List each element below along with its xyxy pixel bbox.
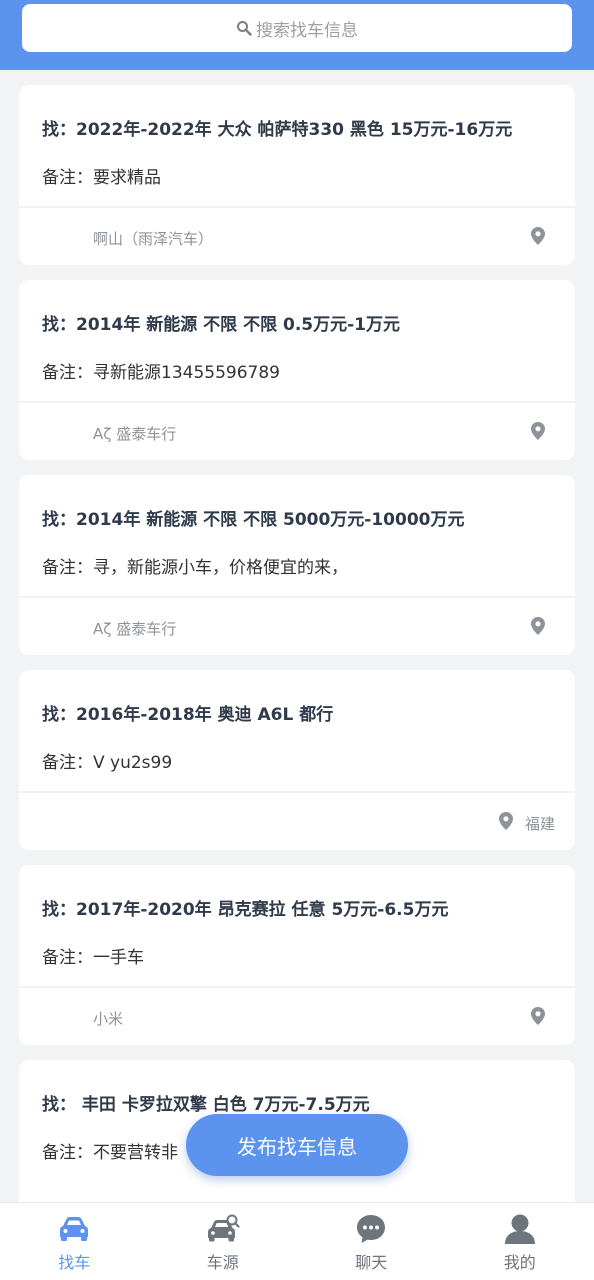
listing-note: 备注：一手车 <box>42 948 144 968</box>
listing-card[interactable]: 找：2016年-2018年 奥迪 A6L 都行 备注：V yu2s99 福建 <box>19 670 575 850</box>
location-pin-icon <box>531 227 545 245</box>
listing-title: 找：2016年-2018年 奥迪 A6L 都行 <box>42 705 334 725</box>
listing-note: 备注：要求精品 <box>42 168 161 188</box>
listing-note: 备注：寻，新能源小车，价格便宜的来， <box>42 558 348 578</box>
listing-card[interactable]: 找：2022年-2022年 大众 帕萨特330 黑色 15万元-16万元 备注：… <box>19 85 575 265</box>
divider <box>19 986 575 988</box>
listing-note: 备注：寻新能源13455596789 <box>42 363 280 383</box>
tab-label: 找车 <box>58 1253 91 1272</box>
listing-list: 找：2022年-2022年 大众 帕萨特330 黑色 15万元-16万元 备注：… <box>19 85 575 1255</box>
search-input[interactable]: 搜索找车信息 <box>22 4 572 52</box>
location-pin-icon <box>499 812 513 830</box>
divider <box>19 401 575 403</box>
search-icon <box>237 21 252 36</box>
listing-title: 找：2017年-2020年 昂克赛拉 任意 5万元-6.5万元 <box>42 900 449 920</box>
tab-label: 聊天 <box>355 1253 388 1272</box>
chat-bubble-icon <box>357 1215 386 1243</box>
tab-profile[interactable]: 我的 <box>446 1203 594 1280</box>
tab-label: 我的 <box>503 1253 536 1272</box>
divider <box>19 791 575 793</box>
location-pin-icon <box>531 617 545 635</box>
user-icon <box>504 1214 535 1244</box>
listing-note: 备注：V yu2s99 <box>42 753 173 773</box>
tab-label: 车源 <box>206 1253 239 1272</box>
listing-note: 备注：不要营转非 <box>42 1143 178 1163</box>
divider <box>19 596 575 598</box>
listing-card[interactable]: 找：2014年 新能源 不限 不限 5000万元-10000万元 备注：寻，新能… <box>19 475 575 655</box>
car-icon <box>60 1217 89 1241</box>
listing-shop: 啊山（雨泽汽车） <box>93 230 214 248</box>
location-pin-icon <box>531 422 545 440</box>
publish-request-button[interactable]: 发布找车信息 <box>186 1114 408 1176</box>
listing-location: 福建 <box>524 815 555 833</box>
listing-title: 找：2022年-2022年 大众 帕萨特330 黑色 15万元-16万元 <box>42 120 513 140</box>
car-search-icon <box>207 1214 240 1242</box>
tab-car-source[interactable]: 车源 <box>149 1203 298 1280</box>
search-placeholder: 搜索找车信息 <box>256 20 358 41</box>
listing-shop: 小米 <box>93 1010 124 1028</box>
listing-title: 找： 丰田 卡罗拉双擎 白色 7万元-7.5万元 <box>42 1095 370 1115</box>
tab-chat[interactable]: 聊天 <box>297 1203 446 1280</box>
listing-title: 找：2014年 新能源 不限 不限 5000万元-10000万元 <box>42 510 465 530</box>
listing-title: 找：2014年 新能源 不限 不限 0.5万元-1万元 <box>42 315 400 335</box>
header-bar: 搜索找车信息 <box>0 0 594 70</box>
listing-shop: Aζ 盛泰车行 <box>93 620 177 638</box>
listing-card[interactable]: 找：2014年 新能源 不限 不限 0.5万元-1万元 备注：寻新能源13455… <box>19 280 575 460</box>
tab-find-car[interactable]: 找车 <box>0 1203 149 1280</box>
location-pin-icon <box>531 1007 545 1025</box>
listing-shop: Aζ 盛泰车行 <box>93 425 177 443</box>
divider <box>19 206 575 208</box>
bottom-tab-bar: 找车 车源 聊天 我的 <box>0 1202 594 1280</box>
listing-card[interactable]: 找：2017年-2020年 昂克赛拉 任意 5万元-6.5万元 备注：一手车 小… <box>19 865 575 1045</box>
